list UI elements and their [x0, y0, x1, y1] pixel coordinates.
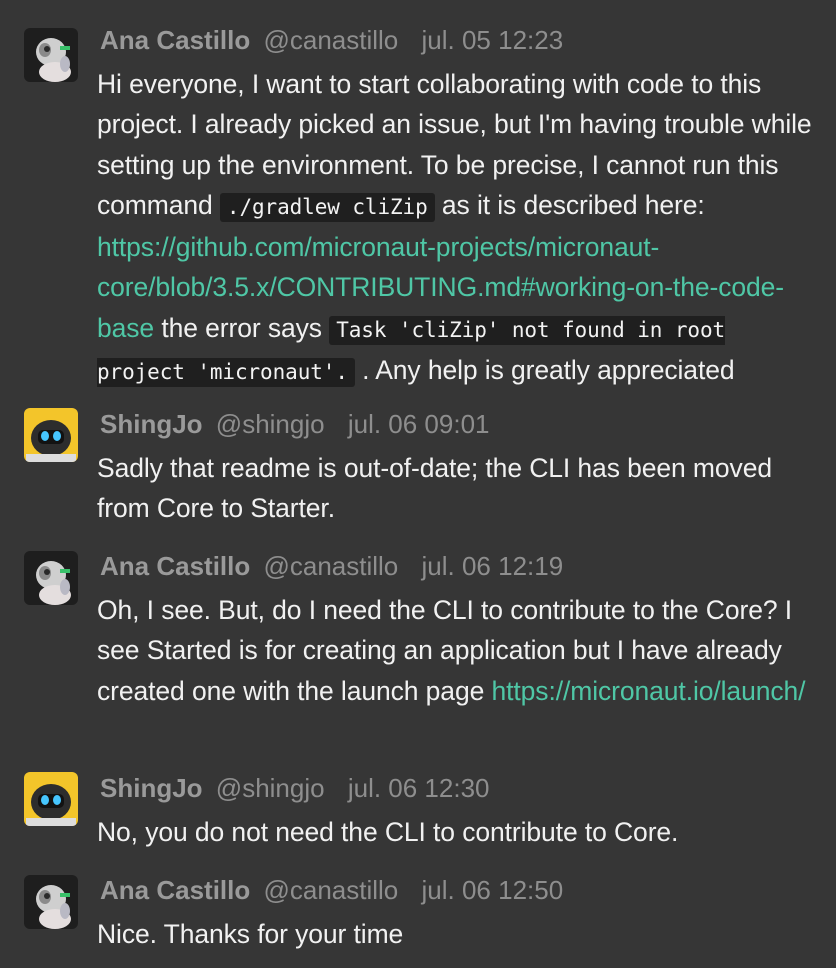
author-name[interactable]: Ana Castillo	[100, 875, 250, 905]
message-meta: Ana Castillo @canastillo jul. 05 12:23	[100, 24, 563, 56]
message-text: . Any help is greatly appreciated	[354, 355, 735, 386]
message-timestamp: jul. 06 12:30	[347, 773, 490, 803]
robot-face-avatar-icon[interactable]	[24, 408, 78, 462]
author-name[interactable]: Ana Castillo	[100, 25, 250, 55]
author-handle[interactable]: @canastillo	[263, 875, 398, 905]
message-body: Oh, I see. But, do I need the CLI to con…	[97, 590, 817, 711]
robot-face-avatar-icon[interactable]	[24, 772, 78, 826]
message-body: Nice. Thanks for your time	[97, 914, 817, 954]
author-handle[interactable]: @shingjo	[216, 773, 325, 803]
message-link[interactable]: https://micronaut.io/launch/	[492, 676, 806, 706]
message-timestamp: jul. 06 12:50	[421, 875, 564, 905]
author-name[interactable]: ShingJo	[100, 773, 203, 803]
robot-figure-avatar-icon[interactable]	[24, 551, 78, 605]
message-timestamp: jul. 05 12:23	[421, 25, 564, 55]
message-timestamp: jul. 06 09:01	[347, 409, 490, 439]
message-meta: ShingJo @shingjo jul. 06 12:30	[100, 772, 490, 804]
author-handle[interactable]: @shingjo	[216, 409, 325, 439]
message-body: Sadly that readme is out-of-date; the CL…	[97, 448, 817, 529]
message-body: No, you do not need the CLI to contribut…	[97, 812, 817, 852]
message-meta: ShingJo @shingjo jul. 06 09:01	[100, 408, 490, 440]
chat-message-list: Ana Castillo @canastillo jul. 05 12:23 H…	[0, 0, 836, 968]
author-name[interactable]: ShingJo	[100, 409, 203, 439]
inline-code: ./gradlew cliZip	[219, 192, 435, 222]
robot-figure-avatar-icon[interactable]	[24, 875, 78, 929]
message-text: Sadly that readme is out-of-date; the CL…	[97, 453, 772, 524]
message-text: No, you do not need the CLI to contribut…	[97, 817, 679, 847]
message-timestamp: jul. 06 12:19	[421, 551, 564, 581]
message-meta: Ana Castillo @canastillo jul. 06 12:19	[100, 550, 563, 582]
message-body: Hi everyone, I want to start collaborati…	[97, 64, 817, 392]
author-handle[interactable]: @canastillo	[263, 551, 398, 581]
robot-figure-avatar-icon[interactable]	[24, 28, 78, 82]
message-meta: Ana Castillo @canastillo jul. 06 12:50	[100, 874, 563, 906]
author-handle[interactable]: @canastillo	[263, 25, 398, 55]
message-text: the error says	[154, 312, 330, 343]
author-name[interactable]: Ana Castillo	[100, 551, 250, 581]
message-text: Nice. Thanks for your time	[97, 919, 404, 949]
message-text: as it is described here:	[434, 189, 705, 220]
